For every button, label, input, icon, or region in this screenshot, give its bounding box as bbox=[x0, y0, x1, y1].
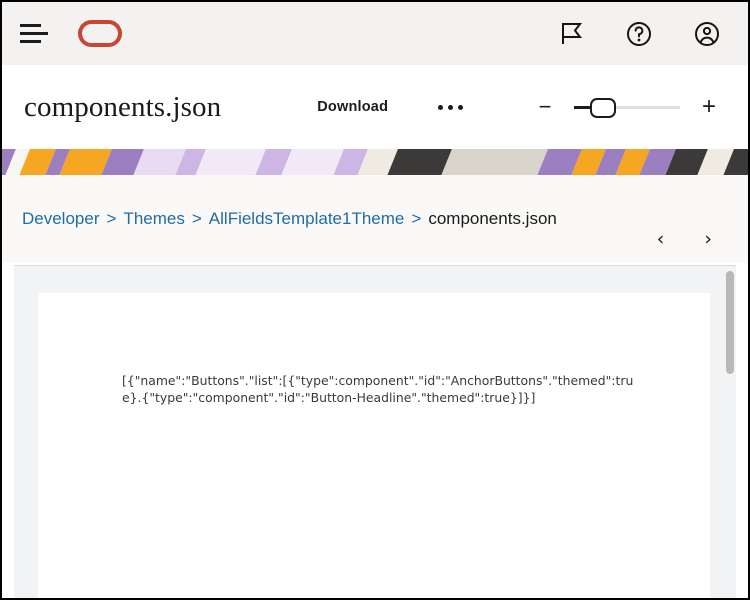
document-viewer[interactable]: [{"name":"Buttons"."list":[{"type":compo… bbox=[14, 265, 736, 598]
zoom-slider-handle[interactable] bbox=[590, 98, 616, 118]
zoom-control: − + bbox=[530, 92, 730, 122]
file-header-bar: components.json Download − + bbox=[2, 65, 748, 149]
breadcrumb-separator: > bbox=[191, 209, 202, 228]
breadcrumb-bar: Developer > Themes > AllFieldsTemplate1T… bbox=[2, 175, 748, 263]
zoom-in-button[interactable]: + bbox=[694, 92, 724, 122]
page-title: components.json bbox=[24, 90, 222, 123]
hamburger-line bbox=[20, 24, 41, 27]
more-dot bbox=[438, 104, 444, 110]
breadcrumb-item-current: components.json bbox=[428, 209, 557, 228]
document-content-text: [{"name":"Buttons"."list":[{"type":compo… bbox=[122, 373, 634, 405]
breadcrumb: Developer > Themes > AllFieldsTemplate1T… bbox=[22, 209, 557, 229]
breadcrumb-item-allfieldstemplate1theme[interactable]: AllFieldsTemplate1Theme bbox=[209, 209, 405, 229]
document-page: [{"name":"Buttons"."list":[{"type":compo… bbox=[38, 293, 710, 598]
oracle-logo[interactable] bbox=[78, 20, 122, 47]
more-options-icon[interactable] bbox=[438, 104, 464, 110]
topbar-right-group bbox=[556, 19, 730, 49]
hamburger-line bbox=[20, 40, 41, 43]
previous-chevron-icon[interactable]: ‹ bbox=[657, 230, 665, 249]
next-chevron-icon[interactable]: › bbox=[704, 230, 712, 249]
zoom-slider[interactable] bbox=[574, 95, 680, 119]
topbar-left-group bbox=[20, 20, 122, 47]
vertical-scrollbar[interactable] bbox=[724, 266, 736, 598]
zoom-out-button[interactable]: − bbox=[530, 92, 560, 122]
download-button[interactable]: Download bbox=[317, 99, 388, 115]
breadcrumb-pager: ‹ › bbox=[657, 230, 728, 263]
more-dot bbox=[458, 104, 464, 110]
decorative-banner-strip bbox=[2, 149, 748, 175]
hamburger-menu-icon[interactable] bbox=[20, 23, 50, 45]
global-top-bar bbox=[2, 2, 748, 65]
user-account-icon[interactable] bbox=[692, 19, 722, 49]
help-circle-icon[interactable] bbox=[624, 19, 654, 49]
breadcrumb-item-themes[interactable]: Themes bbox=[123, 209, 184, 229]
vertical-scrollbar-thumb[interactable] bbox=[726, 271, 734, 374]
breadcrumb-separator: > bbox=[411, 209, 422, 228]
flag-icon[interactable] bbox=[556, 19, 586, 49]
breadcrumb-separator: > bbox=[106, 209, 117, 228]
hamburger-line bbox=[20, 32, 48, 35]
more-dot bbox=[448, 104, 454, 110]
breadcrumb-item-developer[interactable]: Developer bbox=[22, 209, 100, 229]
application-window: components.json Download − + Developer >… bbox=[0, 0, 750, 600]
banner-stripes bbox=[2, 149, 748, 175]
zoom-slider-track bbox=[614, 106, 680, 109]
